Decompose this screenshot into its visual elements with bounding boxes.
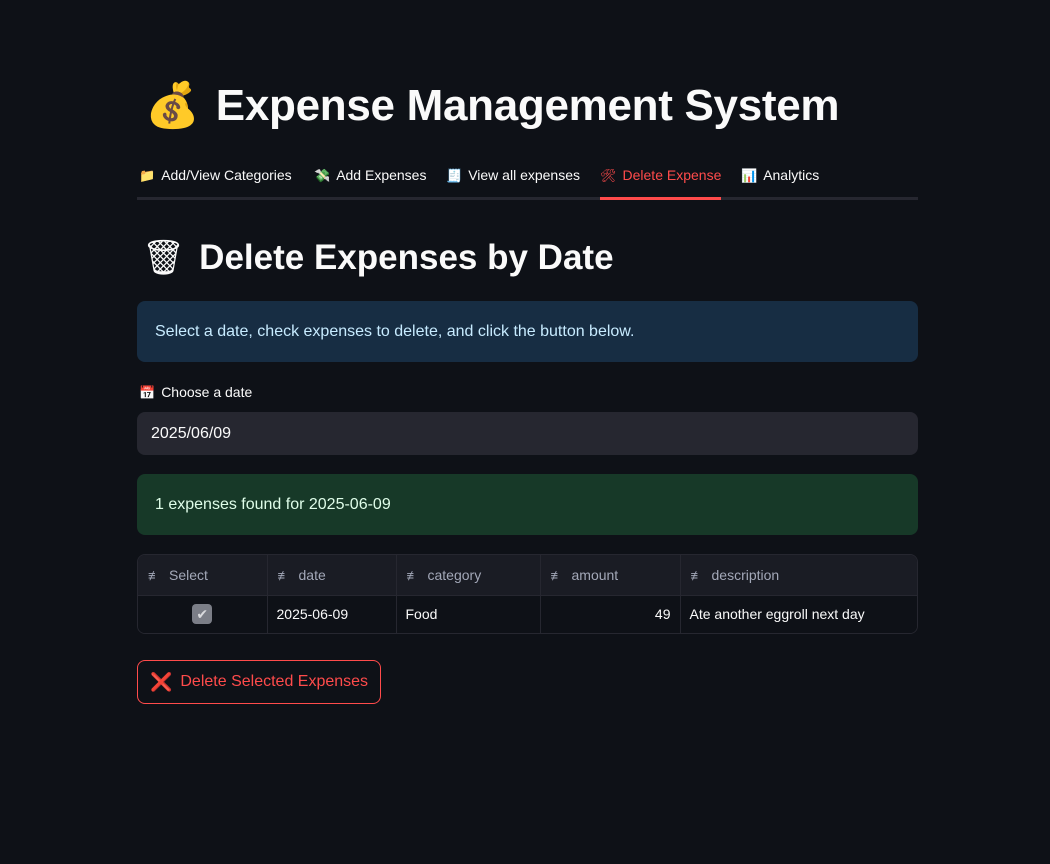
page-title: Expense Management System	[215, 81, 840, 130]
checkmark-icon: ✔	[196, 606, 209, 623]
tab-analytics[interactable]: 📊 Analytics	[741, 160, 819, 200]
tab-delete-expense[interactable]: 🛠 Delete Expense	[600, 160, 722, 200]
column-label: date	[298, 566, 326, 583]
app-title: 💰 Expense Management System	[145, 78, 840, 134]
cross-mark-icon: ❌	[149, 671, 173, 692]
expenses-table: ≢ Select ≢ date ≢ category ≢ amount ≢ descrip…	[137, 554, 918, 634]
date-label-text: Choose a date	[161, 384, 253, 400]
info-message: Select a date, check expenses to delete,…	[155, 322, 635, 340]
calendar-icon: 📅	[139, 385, 156, 400]
table-header-row: ≢ Select ≢ date ≢ category ≢ amount ≢ descrip…	[138, 555, 917, 596]
wastebasket-icon: 🗑	[142, 239, 186, 277]
delete-selected-button[interactable]: ❌ Delete Selected Expenses	[137, 660, 381, 704]
tab-label: View all expenses	[468, 167, 580, 183]
edit-column-icon: ≢	[277, 567, 291, 583]
category-cell[interactable]: Food	[396, 595, 541, 633]
column-header-select[interactable]: ≢ Select	[138, 555, 268, 596]
active-tab-indicator	[600, 197, 722, 200]
folder-icon: 📁	[139, 168, 156, 183]
tab-label: Add/View Categories	[161, 167, 292, 183]
column-label: Select	[169, 566, 208, 583]
tab-add-expenses[interactable]: 💸 Add Expenses	[314, 160, 426, 200]
money-bag-icon: 💰	[145, 81, 200, 130]
column-header-category[interactable]: ≢ category	[396, 555, 541, 596]
section-title: Delete Expenses by Date	[199, 238, 614, 277]
money-wings-icon: 💸	[314, 168, 331, 183]
column-header-date[interactable]: ≢ date	[267, 555, 397, 596]
amount-cell[interactable]: 49	[540, 595, 681, 633]
tools-icon: 🛠	[600, 168, 617, 183]
success-alert: 1 expenses found for 2025-06-09	[137, 474, 918, 535]
edit-column-icon: ≢	[550, 567, 564, 583]
column-header-amount[interactable]: ≢ amount	[540, 555, 681, 596]
column-label: amount	[571, 566, 619, 583]
date-picker-label: 📅 Choose a date	[139, 384, 252, 401]
tab-label: Add Expenses	[336, 167, 427, 183]
description-cell[interactable]: Ate another eggroll next day	[680, 595, 917, 633]
edit-column-icon: ≢	[406, 567, 420, 583]
tab-label: Analytics	[763, 167, 820, 183]
column-label: category	[427, 566, 482, 583]
date-cell[interactable]: 2025-06-09	[267, 595, 397, 633]
tab-view-all-expenses[interactable]: 🧾 View all expenses	[446, 160, 580, 200]
edit-column-icon: ≢	[690, 567, 704, 583]
tab-bar: 📁 Add/View Categories 💸 Add Expenses 🧾 View…	[137, 160, 918, 200]
section-heading: 🗑 Delete Expenses by Date	[142, 232, 614, 284]
delete-button-label: Delete Selected Expenses	[180, 673, 369, 690]
column-header-description[interactable]: ≢ description	[680, 555, 917, 596]
date-input[interactable]	[137, 412, 918, 455]
select-checkbox[interactable]: ✔	[192, 604, 213, 625]
tab-add-view-categories[interactable]: 📁 Add/View Categories	[139, 160, 292, 200]
tab-label: Delete Expense	[622, 167, 722, 183]
table-row: ✔ 2025-06-09 Food 49 Ate another eggroll…	[138, 595, 917, 633]
select-cell[interactable]: ✔	[138, 595, 268, 633]
column-label: description	[711, 566, 780, 583]
edit-column-icon: ≢	[148, 567, 161, 583]
receipt-icon: 🧾	[446, 168, 463, 183]
info-alert: Select a date, check expenses to delete,…	[137, 301, 918, 362]
bar-chart-icon: 📊	[741, 168, 758, 183]
success-message: 1 expenses found for 2025-06-09	[155, 495, 391, 513]
